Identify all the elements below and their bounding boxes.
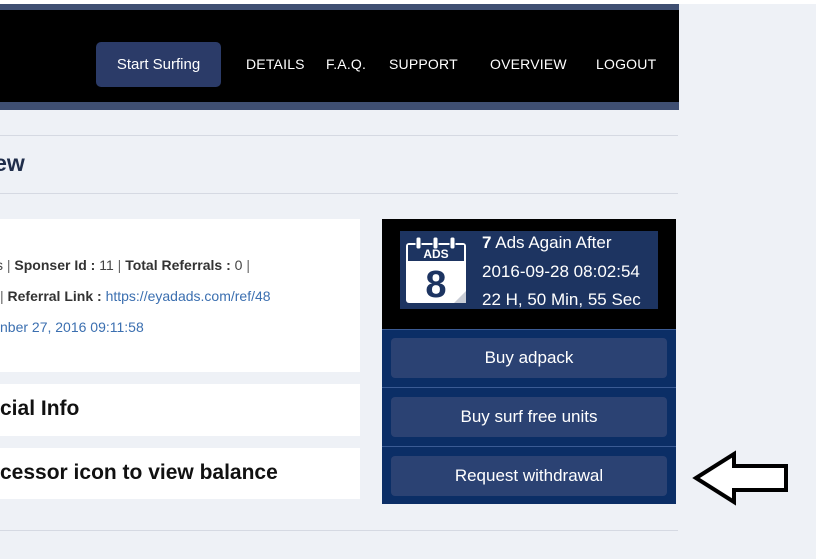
nav-link-overview[interactable]: OVERVIEW: [490, 56, 567, 72]
referral-link[interactable]: https://eyadads.com/ref/48: [106, 288, 271, 304]
divider: [0, 135, 678, 136]
nav-link-support[interactable]: SUPPORT: [389, 56, 458, 72]
calendar-icon: ADS 8: [406, 236, 466, 305]
request-withdrawal-button[interactable]: Request withdrawal: [391, 456, 667, 496]
referrals-label: Total Referrals :: [125, 257, 231, 273]
divider: [0, 193, 678, 194]
nav-link-logout[interactable]: LOGOUT: [596, 56, 656, 72]
left-arrow-icon: [692, 450, 788, 506]
buy-surf-units-button[interactable]: Buy surf free units: [391, 397, 667, 437]
ads-next-date: 2016-09-28 08:02:54: [482, 262, 640, 281]
processor-card: cessor icon to view balance: [0, 448, 360, 499]
start-surfing-button[interactable]: Start Surfing: [96, 42, 221, 87]
ads-count: 7: [482, 233, 492, 252]
sponsor-label: Sponser Id :: [14, 257, 96, 273]
referral-link-label: Referral Link :: [7, 288, 102, 304]
ads-countdown: 22 H, 50 Min, 55 Sec: [482, 290, 641, 309]
financial-info-card: cial Info: [0, 384, 360, 436]
processor-title: cessor icon to view balance: [0, 461, 278, 484]
ads-status-box: ADS 8 7 Ads Again After 2016-09-28 08:02…: [400, 231, 658, 309]
navbar-top-stripe: [0, 4, 679, 10]
financial-info-title: cial Info: [0, 397, 80, 420]
panel-divider: [382, 446, 676, 447]
referrals-value: 0: [234, 257, 243, 273]
account-line-3: nber 27, 2016 09:11:58: [0, 319, 144, 335]
account-line-2: | Referral Link : https://eyadads.com/re…: [0, 288, 271, 304]
sponsor-value: 11: [99, 257, 114, 273]
account-line-1: s | Sponser Id : 11 | Total Referrals : …: [0, 257, 250, 273]
divider: [0, 530, 678, 531]
account-lead: s: [0, 257, 3, 273]
panel-divider: [382, 387, 676, 388]
navbar: Start Surfing DETAILS F.A.Q. SUPPORT OVE…: [0, 4, 679, 110]
page-title: rview: [0, 150, 25, 176]
nav-link-details[interactable]: DETAILS: [246, 56, 305, 72]
panel-divider: [382, 329, 676, 330]
ads-panel: ADS 8 7 Ads Again After 2016-09-28 08:02…: [382, 219, 676, 504]
nav-link-faq[interactable]: F.A.Q.: [326, 56, 366, 72]
navbar-bottom-stripe: [0, 102, 679, 110]
header-right-area: [679, 4, 816, 110]
calendar-icon-label: ADS: [423, 247, 448, 261]
buy-adpack-button[interactable]: Buy adpack: [391, 338, 667, 378]
account-date: nber 27, 2016 09:11:58: [0, 319, 144, 335]
ads-count-suffix: Ads Again After: [495, 233, 612, 252]
calendar-icon-number: 8: [425, 264, 446, 305]
account-info-card: s | Sponser Id : 11 | Total Referrals : …: [0, 219, 360, 372]
ads-status: ADS 8 7 Ads Again After 2016-09-28 08:02…: [382, 219, 676, 329]
ads-count-line: 7 Ads Again After: [482, 233, 612, 253]
